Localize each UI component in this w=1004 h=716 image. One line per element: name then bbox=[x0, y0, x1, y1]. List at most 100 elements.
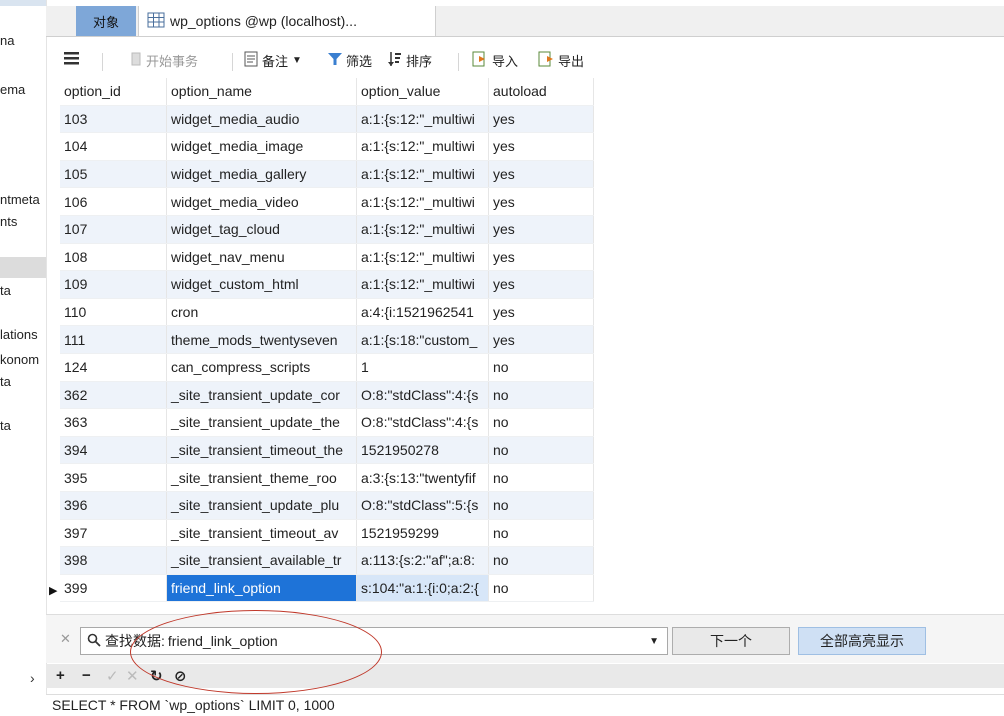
close-icon[interactable]: ✕ bbox=[60, 631, 71, 647]
cell-option-id[interactable]: 110 bbox=[60, 298, 167, 327]
cell-option-name[interactable]: widget_media_gallery bbox=[166, 160, 357, 189]
cell-option-value[interactable]: s:104:"a:1:{i:0;a:2:{ bbox=[356, 574, 489, 603]
cell-autoload[interactable]: yes bbox=[488, 270, 594, 299]
table-row[interactable]: 110 cron a:4:{i:1521962541 yes bbox=[60, 298, 594, 327]
table-row[interactable]: 363 _site_transient_update_the O:8:"stdCla… bbox=[60, 408, 594, 437]
table-row[interactable]: 395 _site_transient_theme_roo a:3:{s:13:"t… bbox=[60, 463, 594, 492]
cell-option-name[interactable]: widget_tag_cloud bbox=[166, 215, 357, 244]
cell-autoload[interactable]: yes bbox=[488, 160, 594, 189]
cell-option-value[interactable]: a:1:{s:12:"_multiwi bbox=[356, 243, 489, 272]
column-header-option-value[interactable]: option_value bbox=[356, 78, 489, 106]
cell-option-id[interactable]: 108 bbox=[60, 243, 167, 272]
cell-autoload[interactable]: yes bbox=[488, 187, 594, 216]
delete-record-icon[interactable]: − bbox=[82, 667, 91, 684]
discard-icon[interactable]: ✕ bbox=[126, 667, 139, 685]
cell-autoload[interactable]: yes bbox=[488, 243, 594, 272]
cell-autoload[interactable]: no bbox=[488, 519, 594, 548]
sidebar-item[interactable]: na bbox=[0, 33, 14, 48]
tab-wp-options[interactable]: wp_options @wp (localhost)... bbox=[138, 6, 436, 36]
cell-option-value[interactable]: a:1:{s:12:"_multiwi bbox=[356, 160, 489, 189]
cell-autoload[interactable]: yes bbox=[488, 132, 594, 161]
sidebar-item[interactable]: nts bbox=[0, 214, 17, 229]
menu-button[interactable] bbox=[64, 51, 80, 68]
table-row[interactable]: 396 _site_transient_update_plu O:8:"stdCla… bbox=[60, 491, 594, 520]
cell-autoload[interactable]: yes bbox=[488, 105, 594, 134]
cell-autoload[interactable]: no bbox=[488, 408, 594, 437]
cell-option-value[interactable]: O:8:"stdClass":5:{s bbox=[356, 491, 489, 520]
cell-option-value[interactable]: a:1:{s:12:"_multiwi bbox=[356, 187, 489, 216]
cell-autoload[interactable]: no bbox=[488, 381, 594, 410]
cell-autoload[interactable]: no bbox=[488, 546, 594, 575]
cell-option-id[interactable]: 397 bbox=[60, 519, 167, 548]
cell-autoload[interactable]: yes bbox=[488, 325, 594, 354]
highlight-all-button[interactable]: 全部高亮显示 bbox=[798, 627, 926, 655]
sidebar-item[interactable]: ta bbox=[0, 283, 11, 298]
cell-option-value[interactable]: O:8:"stdClass":4:{s bbox=[356, 381, 489, 410]
sidebar-item[interactable]: ta bbox=[0, 418, 11, 433]
cell-option-value[interactable]: a:1:{s:12:"_multiwi bbox=[356, 132, 489, 161]
find-next-button[interactable]: 下一个 bbox=[672, 627, 790, 655]
cell-option-id[interactable]: 396 bbox=[60, 491, 167, 520]
cell-option-id[interactable]: 105 bbox=[60, 160, 167, 189]
cell-autoload[interactable]: no bbox=[488, 491, 594, 520]
cell-option-value[interactable]: a:113:{s:2:"af";a:8: bbox=[356, 546, 489, 575]
sidebar-item[interactable]: konom bbox=[0, 352, 39, 367]
table-row[interactable]: 109 widget_custom_html a:1:{s:12:"_multiwi… bbox=[60, 270, 594, 299]
cell-option-id[interactable]: 394 bbox=[60, 436, 167, 465]
add-record-icon[interactable]: + bbox=[56, 667, 65, 684]
cell-option-id[interactable]: 107 bbox=[60, 215, 167, 244]
table-row[interactable]: 111 theme_mods_twentyseven a:1:{s:18:"cust… bbox=[60, 325, 594, 354]
cell-autoload[interactable]: yes bbox=[488, 215, 594, 244]
cell-option-id[interactable]: 398 bbox=[60, 546, 167, 575]
cell-option-name[interactable]: cron bbox=[166, 298, 357, 327]
cell-option-name[interactable]: can_compress_scripts bbox=[166, 353, 357, 382]
export-button[interactable]: 导出 bbox=[538, 51, 584, 70]
cell-autoload[interactable]: no bbox=[488, 463, 594, 492]
cell-option-id[interactable]: 395 bbox=[60, 463, 167, 492]
cell-option-name[interactable]: _site_transient_available_tr bbox=[166, 546, 357, 575]
table-row[interactable]: 105 widget_media_gallery a:1:{s:12:"_multi… bbox=[60, 160, 594, 189]
sidebar-item[interactable]: lations bbox=[0, 327, 38, 342]
cell-option-id[interactable]: 124 bbox=[60, 353, 167, 382]
begin-transaction-button[interactable]: 开始事务 bbox=[130, 51, 198, 70]
cell-autoload[interactable]: yes bbox=[488, 298, 594, 327]
cell-option-name[interactable]: _site_transient_timeout_av bbox=[166, 519, 357, 548]
cell-option-id[interactable]: 363 bbox=[60, 408, 167, 437]
note-button[interactable]: 备注 ▼ bbox=[244, 51, 302, 70]
table-row[interactable]: 124 can_compress_scripts 1 no bbox=[60, 353, 594, 382]
import-button[interactable]: 导入 bbox=[472, 51, 518, 70]
table-row[interactable]: 107 widget_tag_cloud a:1:{s:12:"_multiwi ye… bbox=[60, 215, 594, 244]
table-row[interactable]: 108 widget_nav_menu a:1:{s:12:"_multiwi yes bbox=[60, 243, 594, 272]
cell-option-id[interactable]: 111 bbox=[60, 325, 167, 354]
sidebar-item[interactable]: ema bbox=[0, 82, 25, 97]
cell-option-id[interactable]: 362 bbox=[60, 381, 167, 410]
filter-button[interactable]: 筛选 bbox=[328, 51, 372, 70]
table-row[interactable]: 106 widget_media_video a:1:{s:12:"_multiwi… bbox=[60, 187, 594, 216]
cell-option-name[interactable]: _site_transient_update_plu bbox=[166, 491, 357, 520]
cell-option-name[interactable]: _site_transient_update_cor bbox=[166, 381, 357, 410]
sidebar-item[interactable]: ntmeta bbox=[0, 192, 40, 207]
table-row[interactable]: 103 widget_media_audio a:1:{s:12:"_multiwi… bbox=[60, 105, 594, 134]
tab-objects[interactable]: 对象 bbox=[76, 6, 136, 36]
cell-option-value[interactable]: a:1:{s:12:"_multiwi bbox=[356, 105, 489, 134]
cell-option-name[interactable]: _site_transient_update_the bbox=[166, 408, 357, 437]
sidebar-selected-row[interactable] bbox=[0, 257, 46, 278]
cell-option-name[interactable]: widget_media_video bbox=[166, 187, 357, 216]
cell-option-name[interactable]: widget_media_audio bbox=[166, 105, 357, 134]
column-header-autoload[interactable]: autoload bbox=[488, 78, 594, 106]
cell-option-name[interactable]: widget_custom_html bbox=[166, 270, 357, 299]
cell-option-value[interactable]: a:3:{s:13:"twentyfif bbox=[356, 463, 489, 492]
cell-option-name[interactable]: theme_mods_twentyseven bbox=[166, 325, 357, 354]
cell-option-name[interactable]: _site_transient_timeout_the bbox=[166, 436, 357, 465]
cell-option-name[interactable]: widget_nav_menu bbox=[166, 243, 357, 272]
cell-option-name[interactable]: friend_link_option bbox=[166, 574, 357, 603]
cell-autoload[interactable]: no bbox=[488, 353, 594, 382]
cell-option-value[interactable]: 1521950278 bbox=[356, 436, 489, 465]
cell-option-value[interactable]: a:1:{s:18:"custom_ bbox=[356, 325, 489, 354]
cell-option-value[interactable]: 1521959299 bbox=[356, 519, 489, 548]
cell-option-value[interactable]: O:8:"stdClass":4:{s bbox=[356, 408, 489, 437]
table-row[interactable]: 397 _site_transient_timeout_av 1521959299 n… bbox=[60, 519, 594, 548]
cell-option-id[interactable]: 103 bbox=[60, 105, 167, 134]
table-row[interactable]: 399 friend_link_option s:104:"a:1:{i:0;a:2… bbox=[60, 574, 594, 603]
cell-option-id[interactable]: 106 bbox=[60, 187, 167, 216]
